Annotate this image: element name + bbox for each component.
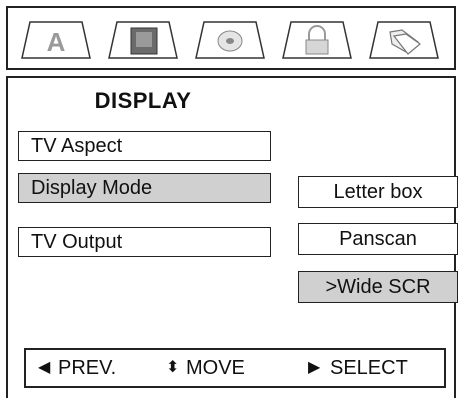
svg-text:A: A xyxy=(47,27,66,57)
lock-tab[interactable] xyxy=(279,18,355,62)
help-move-label: MOVE xyxy=(186,357,245,379)
right-arrow-icon: ▶ xyxy=(308,359,321,376)
option-panscan[interactable]: Panscan xyxy=(298,223,458,255)
display-tab[interactable] xyxy=(105,18,181,62)
audio-icon: A xyxy=(21,21,91,59)
menu-item-tv-output[interactable]: TV Output xyxy=(18,227,271,257)
disc-tab[interactable] xyxy=(192,18,268,62)
folder-tab[interactable] xyxy=(366,18,442,62)
folder-icon xyxy=(369,21,439,59)
disc-icon xyxy=(195,21,265,59)
menu-tab-bar: A xyxy=(6,6,456,70)
lock-icon xyxy=(282,21,352,59)
audio-tab[interactable]: A xyxy=(18,18,94,62)
help-prev-label: PREV. xyxy=(58,357,117,379)
help-select-label: SELECT xyxy=(330,357,408,379)
up-down-arrow-icon: ⬍ xyxy=(166,359,180,376)
menu-item-display-mode[interactable]: Display Mode xyxy=(18,173,271,203)
display-icon xyxy=(108,21,178,59)
display-menu-panel: DISPLAY TV Aspect Display Mode TV Output… xyxy=(6,76,458,398)
option-letter-box[interactable]: Letter box xyxy=(298,176,458,208)
option-wide-scr[interactable]: >Wide SCR xyxy=(298,271,458,303)
left-arrow-icon: ◀ xyxy=(38,359,51,376)
help-bar: ◀ PREV. ⬍ MOVE ▶ SELECT xyxy=(24,348,446,388)
menu-item-tv-aspect[interactable]: TV Aspect xyxy=(18,131,271,161)
menu-title: DISPLAY xyxy=(94,88,192,113)
